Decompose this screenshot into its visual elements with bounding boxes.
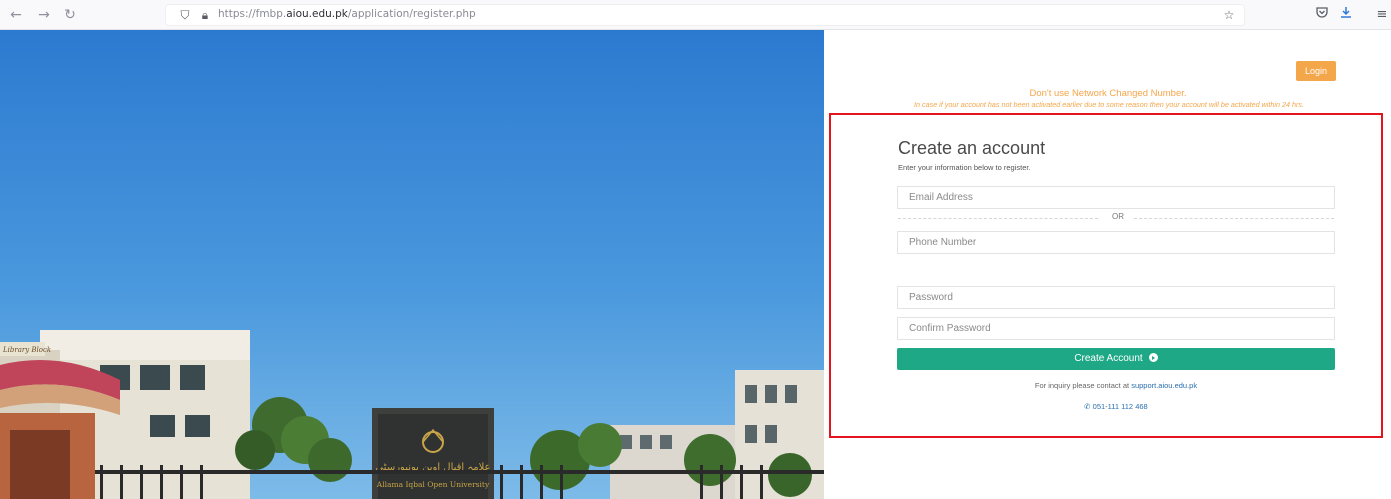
url-domain: aiou.edu.pk [286,8,348,20]
create-account-button[interactable]: Create Account [897,348,1335,370]
lock-icon[interactable]: 🔒︎ [196,6,214,24]
phone-number: 051-111 112 468 [1092,402,1148,411]
reload-icon[interactable]: ↻ [60,5,80,25]
support-link[interactable]: support.aiou.edu.pk [1131,381,1197,390]
password-field[interactable] [897,286,1335,309]
or-label: OR [1112,212,1124,221]
url-prefix: https://fmbp. [218,8,287,20]
building-sign-text: Library Block [2,346,51,354]
arrow-circle-right-icon [1148,353,1158,362]
or-divider-right [1134,218,1334,219]
activation-notice: In case if your account has not been act… [914,100,1304,109]
shield-icon[interactable]: ⛉ [176,6,194,24]
network-notice: Don't use Network Changed Number. [1029,88,1187,99]
back-arrow-icon[interactable]: ← [6,5,26,25]
confirm-password-field[interactable] [897,317,1335,340]
phone-field[interactable] [897,231,1335,254]
url-text[interactable]: https://fmbp.aiou.edu.pk/application/reg… [218,8,476,20]
create-account-label: Create Account [1074,353,1143,364]
or-divider-left [898,218,1098,219]
browser-toolbar: ← → ↻ ⛉ 🔒︎ https://fmbp.aiou.edu.pk/appl… [0,0,1391,30]
email-field[interactable] [897,186,1335,209]
phone-contact[interactable]: ✆ 051-111 112 468 [897,402,1335,411]
university-sign-text: Allama Iqbal Open University [376,480,490,489]
page-subtitle: Enter your information below to register… [898,163,1031,172]
inquiry-text: For inquiry please contact at support.ai… [897,381,1335,390]
url-path: /application/register.php [347,8,476,20]
page-title: Create an account [898,138,1046,158]
campus-scene: Library Block علامہ اقبال اوپن یونیورسٹی… [0,30,824,499]
menu-icon[interactable]: ≡ [1372,5,1391,25]
download-icon[interactable] [1336,5,1356,25]
login-button[interactable]: Login [1296,61,1336,81]
phone-icon: ✆ [1084,402,1091,411]
inquiry-label: For inquiry please contact at [1034,381,1132,390]
pocket-icon[interactable] [1312,5,1332,25]
forward-arrow-icon[interactable]: → [34,5,54,25]
url-bar[interactable]: ⛉ 🔒︎ https://fmbp.aiou.edu.pk/applicatio… [165,4,1245,26]
campus-hero-image: Library Block علامہ اقبال اوپن یونیورسٹی… [0,30,824,499]
star-icon[interactable]: ☆ [1220,6,1238,24]
